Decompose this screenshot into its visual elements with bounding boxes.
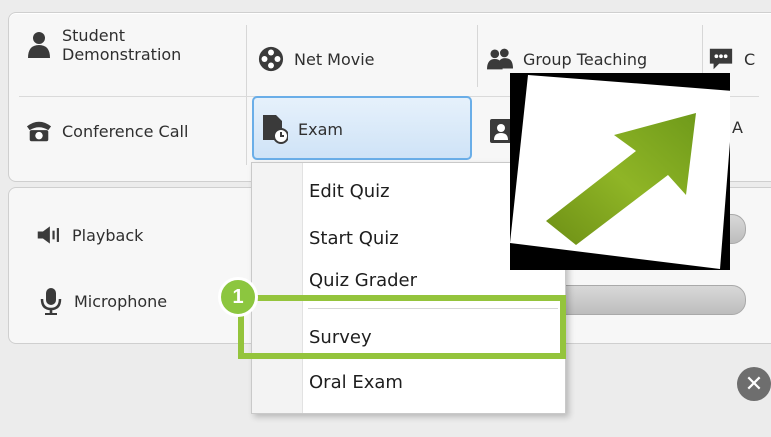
menu-item-edit-quiz[interactable]: Edit Quiz (309, 181, 390, 202)
conference-call-label: Conference Call (62, 121, 189, 141)
person-icon (26, 32, 52, 58)
menu-item-quiz-grader[interactable]: Quiz Grader (309, 270, 417, 291)
telephone-icon (26, 118, 52, 144)
microphone-row: Microphone (38, 288, 168, 315)
close-button[interactable]: ✕ (737, 367, 771, 401)
group-icon (487, 46, 513, 72)
menu-item-oral-exam[interactable]: Oral Exam (309, 372, 403, 393)
menu-item-start-quiz[interactable]: Start Quiz (309, 228, 399, 249)
microphone-volume-slider[interactable] (540, 285, 746, 315)
exam-document-icon (262, 115, 288, 144)
student-demonstration-button[interactable]: Student Demonstration (26, 26, 181, 64)
student-demonstration-label-line1: Student (62, 26, 125, 45)
exam-button-content[interactable]: Exam (262, 115, 343, 144)
toolbar-divider (477, 25, 478, 87)
step-number: 1 (232, 285, 244, 308)
menu-gutter (252, 163, 303, 413)
microphone-label: Microphone (74, 291, 168, 311)
step-badge: 1 (218, 277, 258, 317)
chat-bubble-icon (708, 46, 734, 72)
film-reel-icon (258, 46, 284, 72)
chat-button[interactable]: C (708, 46, 755, 72)
net-movie-label: Net Movie (294, 49, 375, 69)
microphone-icon (38, 288, 64, 315)
conference-call-button[interactable]: Conference Call (26, 118, 188, 144)
toolbar-divider (246, 25, 247, 165)
close-icon: ✕ (744, 371, 764, 397)
group-teaching-label: Group Teaching (523, 49, 648, 69)
chat-label: C (744, 49, 756, 69)
survey-highlight-box (238, 295, 566, 359)
app-window: Student Demonstration Net Movie Group Te… (0, 0, 771, 437)
speaker-icon (36, 222, 62, 248)
exam-label: Exam (298, 119, 343, 139)
playback-label: Playback (72, 225, 144, 245)
truncated-right-button[interactable]: A (732, 118, 743, 137)
playback-row: Playback (36, 222, 143, 248)
green-arrow-icon (510, 75, 734, 269)
arrow-overlay (510, 73, 734, 270)
truncated-right-label: A (732, 118, 743, 137)
student-demonstration-label-line2: Demonstration (62, 45, 182, 64)
group-teaching-button[interactable]: Group Teaching (487, 46, 647, 72)
net-movie-button[interactable]: Net Movie (258, 46, 375, 72)
